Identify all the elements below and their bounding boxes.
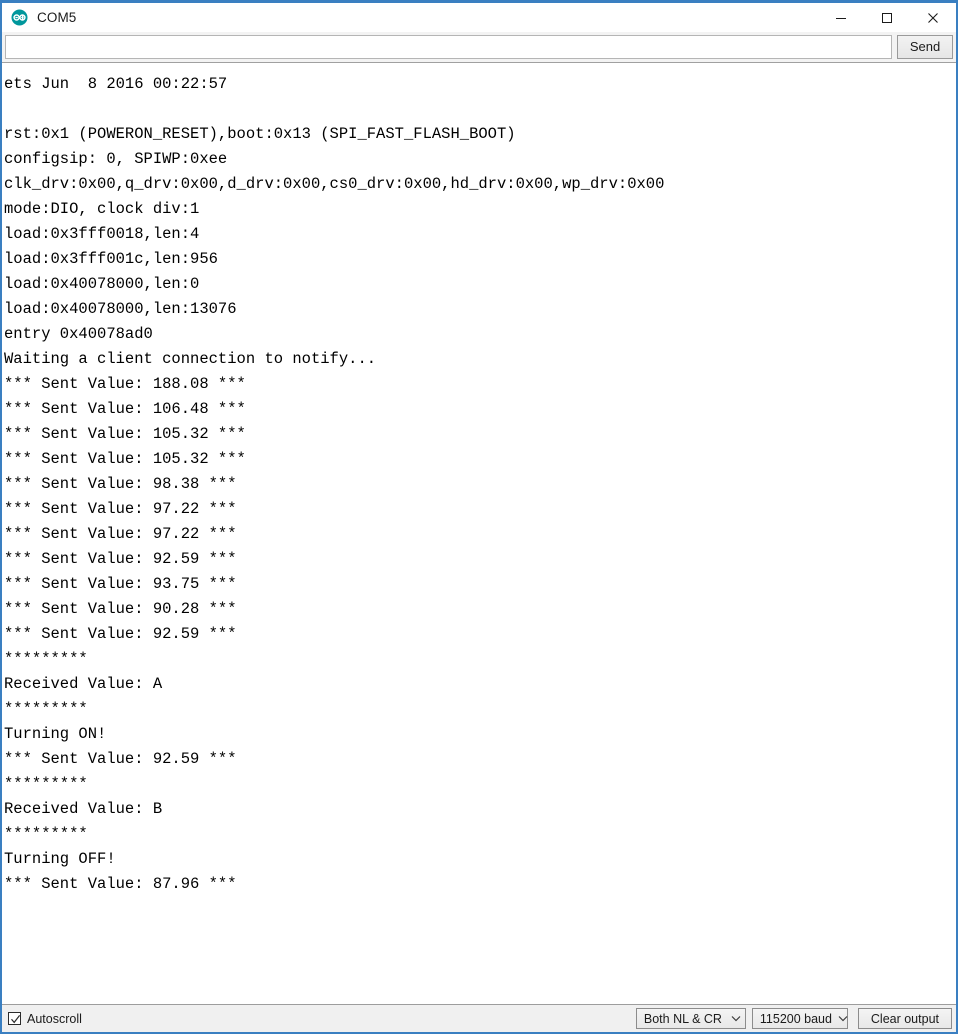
line-ending-value: Both NL & CR	[643, 1011, 722, 1026]
serial-output-line: *** Sent Value: 93.75 ***	[4, 575, 237, 593]
serial-output-line: *** Sent Value: 105.32 ***	[4, 425, 246, 443]
serial-output-line: Waiting a client connection to notify...	[4, 350, 377, 368]
chevron-down-icon	[838, 1015, 848, 1022]
serial-output-line: Received Value: A	[4, 675, 163, 693]
serial-output-line: *********	[4, 775, 88, 793]
serial-output-line: entry 0x40078ad0	[4, 325, 153, 343]
minimize-icon	[836, 17, 846, 19]
window-title: COM5	[37, 10, 77, 25]
serial-output-line: rst:0x1 (POWERON_RESET),boot:0x13 (SPI_F…	[4, 125, 516, 143]
serial-output-line: load:0x40078000,len:0	[4, 275, 200, 293]
autoscroll-checkbox[interactable]	[8, 1012, 21, 1025]
serial-output-line: *** Sent Value: 92.59 ***	[4, 625, 237, 643]
serial-output-line: *** Sent Value: 98.38 ***	[4, 475, 237, 493]
chevron-down-icon	[731, 1015, 741, 1022]
serial-output-line: load:0x40078000,len:13076	[4, 300, 237, 318]
minimize-button[interactable]	[818, 3, 864, 32]
serial-output-line: Turning ON!	[4, 725, 107, 743]
baud-rate-dropdown[interactable]: 115200 baud	[751, 1008, 848, 1029]
line-ending-dropdown[interactable]: Both NL & CR	[635, 1008, 746, 1029]
close-button[interactable]	[910, 3, 956, 32]
status-bar: Autoscroll Both NL & CR 115200 baud Clea…	[2, 1004, 956, 1032]
close-icon	[928, 12, 938, 23]
send-button[interactable]: Send	[897, 35, 953, 59]
serial-output-line: ets Jun 8 2016 00:22:57	[4, 75, 228, 93]
serial-output-line: *********	[4, 825, 88, 843]
serial-output-line	[4, 97, 956, 122]
title-bar: COM5	[2, 3, 956, 32]
serial-output-line: *** Sent Value: 106.48 ***	[4, 400, 246, 418]
clear-output-button[interactable]: Clear output	[857, 1008, 952, 1029]
serial-output-line: load:0x3fff001c,len:956	[4, 250, 218, 268]
serial-output-line: load:0x3fff0018,len:4	[4, 225, 200, 243]
serial-output-line: *** Sent Value: 97.22 ***	[4, 500, 237, 518]
window-controls	[818, 3, 956, 32]
serial-output-line: configsip: 0, SPIWP:0xee	[4, 150, 228, 168]
serial-output-line: *** Sent Value: 105.32 ***	[4, 450, 246, 468]
autoscroll-label: Autoscroll	[27, 1011, 82, 1026]
send-bar: Send	[2, 32, 956, 63]
serial-send-input[interactable]	[5, 35, 892, 59]
serial-output-line: *********	[4, 650, 88, 668]
serial-output-line: clk_drv:0x00,q_drv:0x00,d_drv:0x00,cs0_d…	[4, 175, 665, 193]
serial-output-line: *** Sent Value: 97.22 ***	[4, 525, 237, 543]
serial-output-area[interactable]: ets Jun 8 2016 00:22:57 rst:0x1 (POWERON_…	[2, 63, 956, 1004]
serial-output-line: *** Sent Value: 90.28 ***	[4, 600, 237, 618]
serial-output-lines: ets Jun 8 2016 00:22:57 rst:0x1 (POWERON_…	[4, 72, 956, 897]
serial-monitor-window: COM5 Send ets Jun 8 2016 00:22:57 rst:0x…	[0, 0, 958, 1034]
arduino-logo-icon	[11, 9, 28, 26]
maximize-icon	[882, 12, 892, 23]
serial-output-line: Received Value: B	[4, 800, 163, 818]
serial-output-line: *** Sent Value: 92.59 ***	[4, 550, 237, 568]
checkmark-icon	[11, 1015, 21, 1024]
maximize-button[interactable]	[864, 3, 910, 32]
serial-output-line: *** Sent Value: 188.08 ***	[4, 375, 246, 393]
serial-output-line: *********	[4, 700, 88, 718]
baud-rate-value: 115200 baud	[759, 1011, 832, 1026]
serial-output-line: *** Sent Value: 87.96 ***	[4, 875, 237, 893]
autoscroll-toggle[interactable]: Autoscroll	[8, 1012, 82, 1026]
serial-output-line: *** Sent Value: 92.59 ***	[4, 750, 237, 768]
serial-output-line: Turning OFF!	[4, 850, 116, 868]
serial-output-line: mode:DIO, clock div:1	[4, 200, 200, 218]
